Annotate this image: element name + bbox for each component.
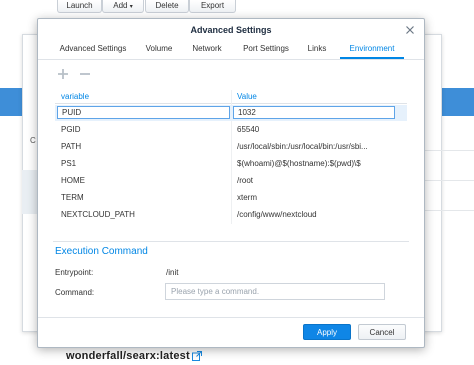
tab-bar: Advanced Settings Volume Network Port Se… [38, 39, 424, 60]
tab-port-settings[interactable]: Port Settings [237, 39, 295, 58]
cancel-button[interactable]: Cancel [358, 324, 406, 340]
value-cell: /config/www/nextcloud [237, 210, 317, 219]
tab-advanced-settings[interactable]: Advanced Settings [56, 39, 130, 58]
export-button[interactable]: Export [189, 0, 236, 13]
table-row[interactable]: TERM xterm [55, 190, 407, 206]
variable-cell: TERM [61, 193, 84, 202]
external-link-icon[interactable] [192, 351, 202, 361]
execution-command-title: Execution Command [55, 246, 148, 257]
footer-divider [38, 317, 424, 318]
background-strip [22, 170, 38, 214]
value-cell: /root [237, 176, 254, 185]
value-cell: xterm [237, 193, 257, 202]
image-title: wonderfall/searx:latest [66, 350, 190, 362]
variable-cell: PS1 [61, 159, 77, 168]
plus-icon[interactable] [57, 68, 69, 80]
variable-cell: PGID [61, 125, 81, 134]
value-cell: /usr/local/sbin:/usr/local/bin:/usr/sbi.… [237, 142, 368, 151]
table-row[interactable]: PGID 65540 [55, 122, 407, 138]
value-cell: $(whoami)@$(hostname):$(pwd)\$ [237, 159, 361, 168]
add-button[interactable]: Add ▾ [102, 0, 144, 13]
table-row[interactable]: NEXTCLOUD_PATH /config/www/nextcloud [55, 207, 407, 223]
command-input[interactable] [165, 283, 385, 300]
tab-network[interactable]: Network [189, 39, 225, 58]
table-row[interactable]: PUID 1032 [55, 105, 407, 121]
table-row[interactable]: HOME /root [55, 173, 407, 189]
delete-button[interactable]: Delete [145, 0, 189, 13]
command-label: Command: [55, 288, 95, 297]
value-cell: 65540 [237, 125, 260, 134]
variable-cell: HOME [61, 176, 85, 185]
value-input[interactable]: 1032 [233, 106, 395, 119]
add-label: Add [113, 1, 128, 10]
variable-cell: PATH [61, 142, 82, 151]
section-divider [53, 241, 409, 242]
close-icon[interactable] [405, 25, 415, 35]
table-row[interactable]: PATH /usr/local/sbin:/usr/local/bin:/usr… [55, 139, 407, 155]
column-header-variable[interactable]: variable [61, 90, 89, 103]
launch-button[interactable]: Launch [57, 0, 102, 13]
advanced-settings-dialog: Advanced Settings Advanced Settings Volu… [37, 18, 425, 348]
delete-label: Delete [155, 1, 179, 10]
chevron-down-icon: ▾ [129, 4, 133, 10]
tab-volume[interactable]: Volume [142, 39, 176, 58]
variable-input[interactable]: PUID [57, 106, 230, 119]
toolbar: Launch Add ▾ Delete Export [0, 0, 474, 14]
launch-label: Launch [66, 1, 93, 10]
variable-cell: NEXTCLOUD_PATH [61, 210, 135, 219]
background-side-letter: C [30, 136, 36, 145]
dialog-title: Advanced Settings [190, 25, 272, 35]
export-label: Export [200, 1, 225, 10]
entrypoint-value: /init [166, 268, 179, 277]
minus-icon[interactable] [79, 68, 91, 80]
tab-environment[interactable]: Environment [340, 39, 404, 59]
entrypoint-label: Entrypoint: [55, 268, 94, 277]
tab-links[interactable]: Links [304, 39, 330, 58]
apply-button[interactable]: Apply [303, 324, 351, 340]
table-row[interactable]: PS1 $(whoami)@$(hostname):$(pwd)\$ [55, 156, 407, 172]
column-header-value[interactable]: Value [237, 90, 257, 103]
